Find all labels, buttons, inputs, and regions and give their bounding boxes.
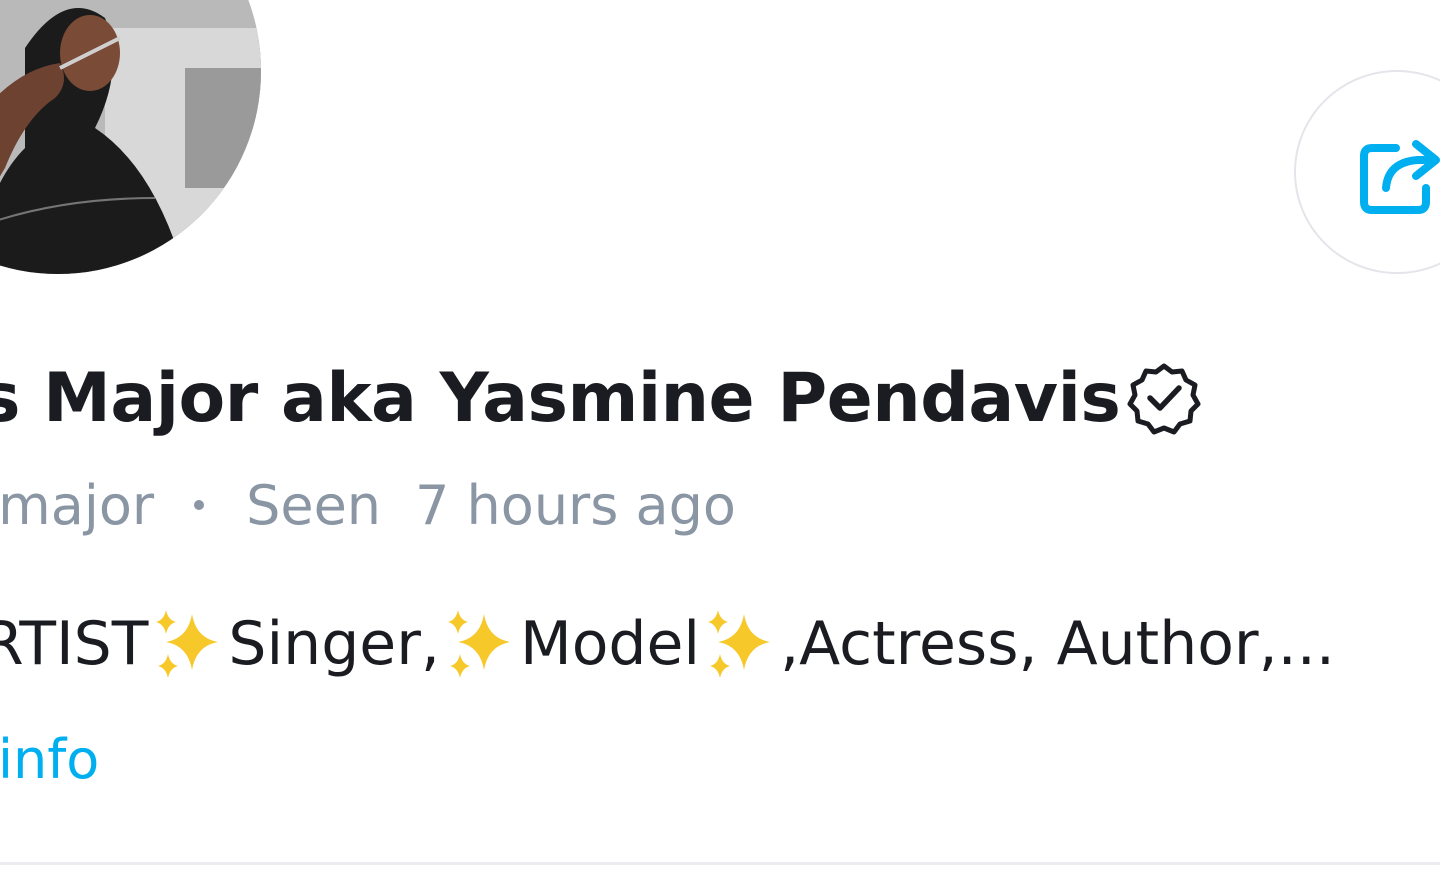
profile-handle[interactable]: smajor xyxy=(0,474,154,537)
share-icon xyxy=(1360,140,1440,214)
profile-name-row: s Major aka Yasmine Pendavis xyxy=(0,352,1202,444)
seen-label: Seen xyxy=(246,473,382,537)
divider xyxy=(0,862,1440,865)
avatar-photo xyxy=(0,0,261,274)
verified-badge-icon xyxy=(1127,363,1201,435)
bio-text-1: RTIST xyxy=(0,609,149,679)
bio-text-3: Model xyxy=(519,609,701,679)
sparkles-emoji-icon xyxy=(156,610,219,678)
separator-dot xyxy=(194,500,205,510)
sparkles-emoji-icon xyxy=(708,610,771,678)
bio-text-2: Singer, xyxy=(228,609,440,679)
profile-meta-row: smajor Seen 7 hours ago xyxy=(0,472,736,538)
profile-bio: RTIST Singer, Model ,Actress, Author,... xyxy=(0,604,1335,684)
avatar[interactable] xyxy=(0,0,261,274)
bio-text-4: ,Actress, Author,... xyxy=(780,609,1335,679)
sparkles-emoji-icon xyxy=(447,610,510,678)
profile-name: s Major aka Yasmine Pendavis xyxy=(0,358,1121,438)
more-info-link[interactable]: info xyxy=(0,728,99,791)
share-button[interactable] xyxy=(1294,70,1440,274)
seen-time: 7 hours ago xyxy=(415,473,736,537)
profile-page: s Major aka Yasmine Pendavis smajor Seen… xyxy=(0,0,1440,891)
